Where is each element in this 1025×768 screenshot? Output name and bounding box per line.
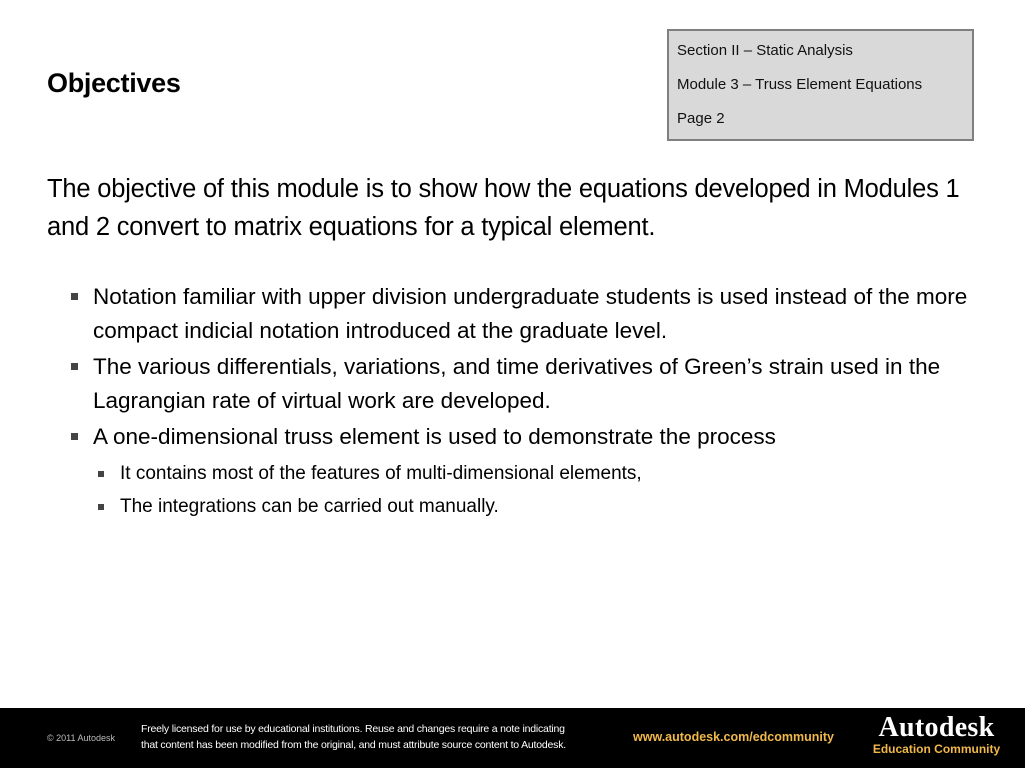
bullet-item: Notation familiar with upper division un…: [71, 280, 1001, 347]
license-line-2: that content has been modified from the …: [141, 739, 566, 751]
bullet-text: The various differentials, variations, a…: [93, 354, 941, 413]
brand-subtitle: Education Community: [872, 742, 1001, 756]
bullet-text: A one-dimensional truss element is used …: [93, 424, 776, 449]
bullet-text: Notation familiar with upper division un…: [93, 284, 968, 343]
sub-bullet-list: It contains most of the features of mult…: [71, 457, 1001, 523]
brand-name: Autodesk: [878, 712, 995, 743]
section-label: Section II – Static Analysis: [677, 42, 853, 59]
info-box: Section II – Static Analysis Module 3 – …: [667, 29, 974, 141]
sub-bullet-item: The integrations can be carried out manu…: [98, 490, 1001, 523]
square-bullet-icon: [98, 503, 104, 510]
copyright-text: © 2011 Autodesk: [47, 733, 116, 743]
intro-paragraph: The objective of this module is to show …: [47, 175, 960, 241]
edcommunity-link[interactable]: www.autodesk.com/edcommunity: [633, 730, 834, 744]
bullet-item: The various differentials, variations, a…: [71, 350, 1001, 417]
square-bullet-icon: [98, 470, 104, 477]
page-label: Page 2: [677, 110, 725, 127]
license-text: Freely licensed for use by educational i…: [141, 721, 631, 753]
square-bullet-icon: [71, 433, 78, 440]
module-label: Module 3 – Truss Element Equations: [677, 76, 923, 93]
sub-bullet-text: The integrations can be carried out manu…: [120, 495, 499, 517]
square-bullet-icon: [71, 293, 78, 300]
sub-bullet-item: It contains most of the features of mult…: [98, 457, 1001, 490]
sub-bullet-text: It contains most of the features of mult…: [120, 462, 642, 484]
slide-title: Objectives: [47, 68, 181, 98]
square-bullet-icon: [71, 363, 78, 370]
license-line-1: Freely licensed for use by educational i…: [141, 723, 565, 735]
footer: © 2011 Autodesk Freely licensed for use …: [0, 708, 1025, 768]
bullet-item: A one-dimensional truss element is used …: [71, 420, 1001, 454]
sub-bullet-container: It contains most of the features of mult…: [71, 457, 1001, 523]
autodesk-logo: Autodesk Education Community: [869, 712, 1004, 757]
bullet-list: Notation familiar with upper division un…: [71, 280, 1001, 523]
